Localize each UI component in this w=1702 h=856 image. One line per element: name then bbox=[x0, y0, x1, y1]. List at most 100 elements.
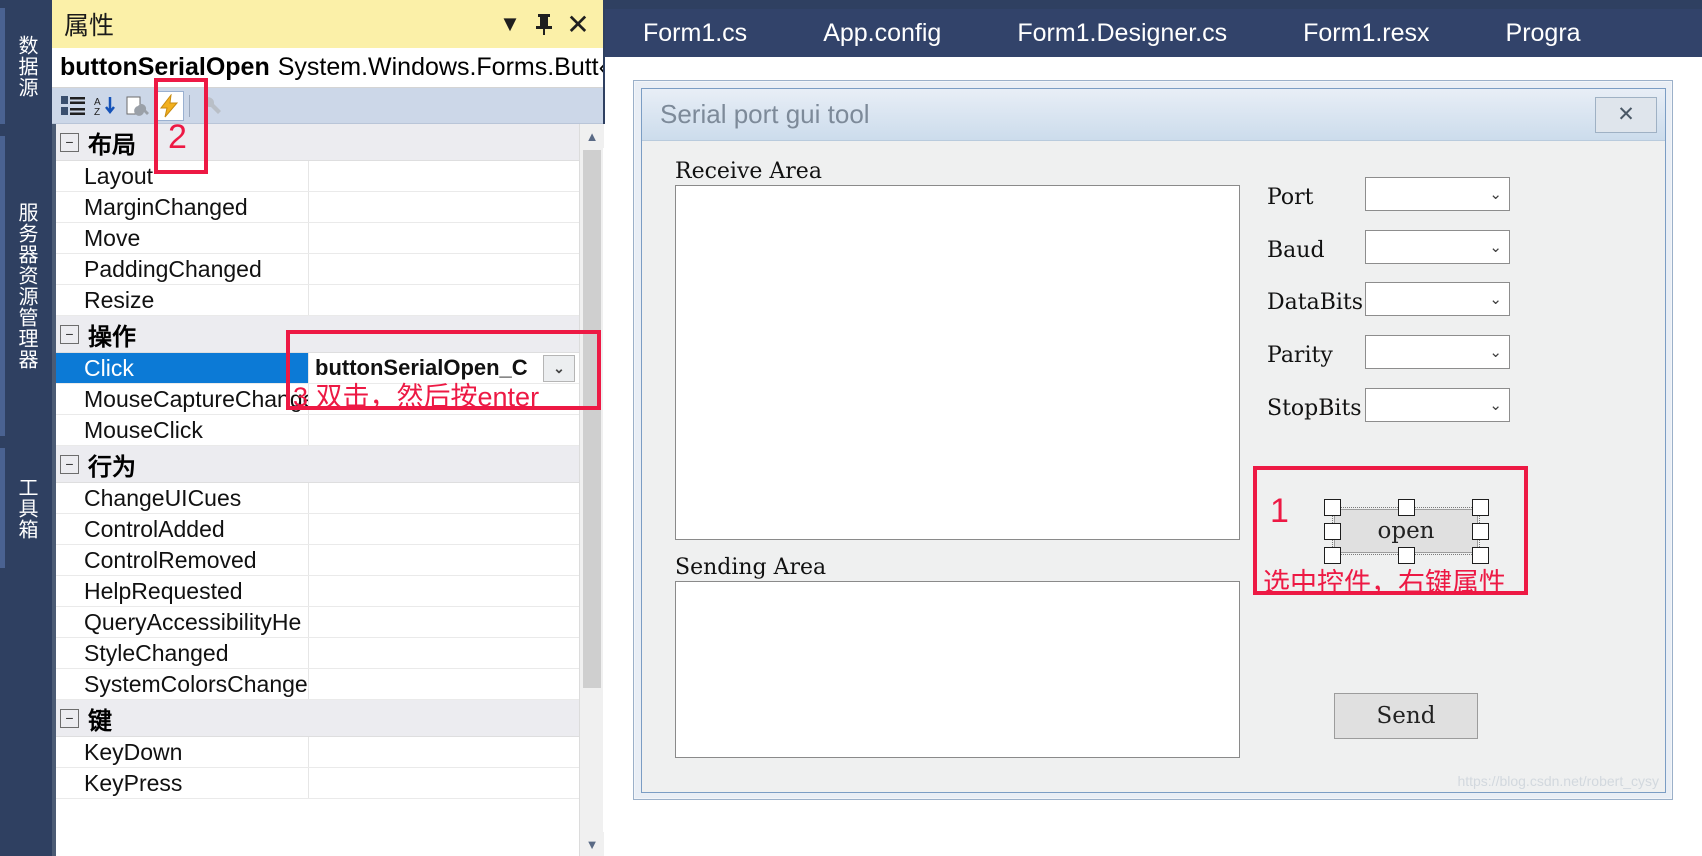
close-icon[interactable]: ✕ bbox=[1595, 96, 1657, 133]
property-value[interactable] bbox=[309, 768, 589, 798]
collapse-toggle-icon[interactable]: − bbox=[60, 708, 79, 728]
property-value[interactable] bbox=[309, 514, 589, 544]
resize-handle-n[interactable] bbox=[1398, 499, 1415, 516]
properties-grid-scrollbar[interactable]: ▲ ▼ bbox=[579, 124, 604, 856]
property-pages-icon[interactable] bbox=[195, 91, 225, 121]
alphabetical-sort-icon[interactable]: A Z bbox=[90, 91, 120, 121]
pin-icon[interactable] bbox=[527, 7, 561, 41]
properties-panel: 属性 ▼ ✕ buttonSerialOpen System.Windows.F… bbox=[52, 0, 605, 856]
resize-handle-w[interactable] bbox=[1324, 523, 1341, 540]
property-name: MouseCaptureChanged bbox=[56, 384, 309, 414]
chevron-down-icon[interactable]: ⌄ bbox=[543, 355, 575, 382]
tab-form1-designer-cs[interactable]: Form1.Designer.cs bbox=[979, 9, 1265, 57]
chevron-down-icon[interactable]: ⌄ bbox=[1489, 238, 1502, 256]
dock-accent-2 bbox=[0, 136, 5, 436]
table-row[interactable]: MouseClick bbox=[56, 415, 589, 446]
property-name: ChangeUICues bbox=[56, 483, 309, 513]
table-row[interactable]: MarginChanged bbox=[56, 192, 589, 223]
property-name: PaddingChanged bbox=[56, 254, 309, 284]
tab-form1-cs[interactable]: Form1.cs bbox=[605, 9, 785, 57]
combo-databits[interactable]: ⌄ bbox=[1365, 282, 1510, 316]
receive-textbox[interactable] bbox=[675, 185, 1240, 540]
property-name: KeyPress bbox=[56, 768, 309, 798]
wrench-page-glyph bbox=[126, 96, 149, 116]
table-row[interactable]: Resize bbox=[56, 285, 589, 316]
dock-tab-server-explorer[interactable]: 服务器资源管理器 bbox=[6, 136, 46, 436]
tab-form1-resx[interactable]: Form1.resx bbox=[1265, 9, 1467, 57]
tab-program-cs[interactable]: Progra bbox=[1468, 9, 1619, 57]
property-value[interactable] bbox=[309, 638, 589, 668]
property-value[interactable] bbox=[309, 254, 589, 284]
collapse-toggle-icon[interactable]: − bbox=[60, 454, 79, 474]
pin-glyph bbox=[536, 14, 552, 35]
label-stopbits: StopBits bbox=[1267, 396, 1362, 421]
collapse-toggle-icon[interactable]: − bbox=[60, 132, 79, 152]
property-group-header[interactable]: − 布局 bbox=[56, 124, 589, 161]
table-row[interactable]: KeyPress bbox=[56, 768, 589, 799]
table-row[interactable]: KeyDown bbox=[56, 737, 589, 768]
chevron-down-icon[interactable]: ⌄ bbox=[1489, 185, 1502, 203]
chevron-down-icon[interactable]: ⌄ bbox=[1489, 290, 1502, 308]
combo-baud[interactable]: ⌄ bbox=[1365, 230, 1510, 264]
combo-stopbits[interactable]: ⌄ bbox=[1365, 388, 1510, 422]
table-row[interactable]: ChangeUICues bbox=[56, 483, 589, 514]
table-row[interactable]: Move bbox=[56, 223, 589, 254]
close-icon[interactable]: ✕ bbox=[561, 7, 595, 41]
property-name: ControlRemoved bbox=[56, 545, 309, 575]
resize-handle-e[interactable] bbox=[1472, 523, 1489, 540]
collapse-toggle-icon[interactable]: − bbox=[60, 324, 79, 344]
property-group-header[interactable]: − 操作 bbox=[56, 316, 589, 353]
tab-app-config[interactable]: App.config bbox=[785, 9, 979, 57]
property-value[interactable] bbox=[309, 737, 589, 767]
properties-object-selector[interactable]: buttonSerialOpen System.Windows.Forms.Bu… bbox=[52, 48, 603, 88]
table-row[interactable]: Layout bbox=[56, 161, 589, 192]
scroll-down-icon[interactable]: ▼ bbox=[580, 832, 604, 856]
chevron-down-icon[interactable]: ⌄ bbox=[1489, 343, 1502, 361]
property-value[interactable] bbox=[309, 483, 589, 513]
property-value[interactable] bbox=[309, 669, 589, 699]
properties-grid[interactable]: − 布局 Layout MarginChanged Move PaddingCh… bbox=[52, 124, 605, 856]
property-value[interactable] bbox=[309, 545, 589, 575]
property-value[interactable] bbox=[309, 223, 589, 253]
panel-title: 属性 bbox=[64, 12, 115, 40]
designer-surface[interactable]: Serial port gui tool ✕ Receive Area Send… bbox=[605, 57, 1702, 856]
resize-handle-ne[interactable] bbox=[1472, 499, 1489, 516]
table-row[interactable]: ControlRemoved bbox=[56, 545, 589, 576]
table-row[interactable]: PaddingChanged bbox=[56, 254, 589, 285]
scrollbar-thumb[interactable] bbox=[583, 150, 601, 688]
table-row[interactable]: StyleChanged bbox=[56, 638, 589, 669]
property-value[interactable] bbox=[309, 607, 589, 637]
properties-wrench-icon[interactable] bbox=[122, 91, 152, 121]
property-name: MarginChanged bbox=[56, 192, 309, 222]
property-name: QueryAccessibilityHe bbox=[56, 607, 309, 637]
table-row[interactable]: QueryAccessibilityHe bbox=[56, 607, 589, 638]
events-lightning-icon[interactable] bbox=[154, 90, 184, 121]
property-value[interactable] bbox=[309, 576, 589, 606]
property-value[interactable] bbox=[309, 161, 589, 191]
dock-tab-toolbox[interactable]: 工具箱 bbox=[6, 448, 46, 568]
property-value[interactable] bbox=[309, 192, 589, 222]
send-button[interactable]: Send bbox=[1334, 693, 1478, 739]
property-name: Click bbox=[56, 353, 309, 383]
categorized-icon[interactable] bbox=[58, 91, 88, 121]
property-value[interactable] bbox=[309, 285, 589, 315]
sending-textbox[interactable] bbox=[675, 581, 1240, 758]
table-row[interactable]: HelpRequested bbox=[56, 576, 589, 607]
property-group-header[interactable]: − 键 bbox=[56, 700, 589, 737]
form-window: Serial port gui tool ✕ Receive Area Send… bbox=[641, 88, 1666, 793]
table-row[interactable]: ControlAdded bbox=[56, 514, 589, 545]
property-group-header[interactable]: − 行为 bbox=[56, 446, 589, 483]
scroll-up-icon[interactable]: ▲ bbox=[580, 124, 604, 148]
combo-port[interactable]: ⌄ bbox=[1365, 177, 1510, 211]
screen-root: 数据源 服务器资源管理器 工具箱 属性 ▼ ✕ buttonSerialOpen… bbox=[0, 0, 1702, 856]
property-value[interactable] bbox=[309, 415, 589, 445]
resize-handle-nw[interactable] bbox=[1324, 499, 1341, 516]
dock-tab-data-sources[interactable]: 数据源 bbox=[6, 8, 46, 124]
properties-toolbar: A Z bbox=[52, 88, 603, 124]
chevron-down-icon[interactable]: ▼ bbox=[493, 7, 527, 41]
receive-area-label: Receive Area bbox=[675, 159, 822, 184]
chevron-down-icon[interactable]: ⌄ bbox=[1489, 396, 1502, 414]
table-row[interactable]: SystemColorsChange bbox=[56, 669, 589, 700]
combo-parity[interactable]: ⌄ bbox=[1365, 335, 1510, 369]
categorized-glyph bbox=[61, 95, 85, 115]
